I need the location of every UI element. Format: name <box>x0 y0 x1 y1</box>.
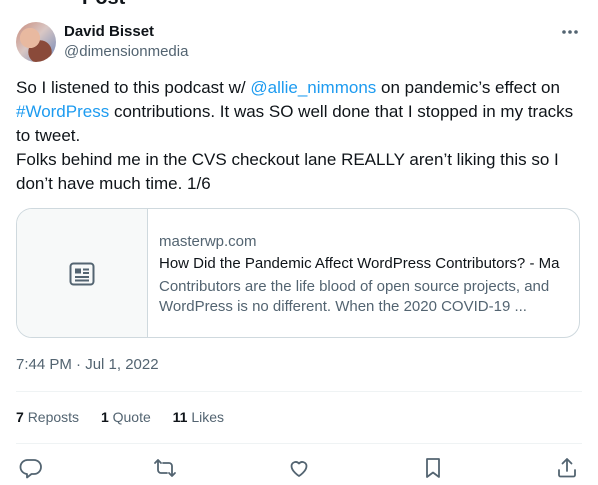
card-description: Contributors are the life blood of open … <box>159 278 550 315</box>
divider <box>16 443 582 444</box>
card-thumbnail <box>17 209 148 337</box>
divider <box>16 391 582 392</box>
like-icon[interactable] <box>287 456 311 480</box>
reposts-count: 7 <box>16 409 24 425</box>
author-name[interactable]: David Bisset <box>64 23 154 40</box>
repost-icon[interactable] <box>153 456 177 480</box>
likes-label: Likes <box>191 409 225 425</box>
hashtag-link[interactable]: #WordPress <box>16 102 109 121</box>
mention-link[interactable]: @allie_nimmons <box>250 78 376 97</box>
action-bar <box>0 456 598 480</box>
article-icon <box>69 262 95 286</box>
likes-count: 11 <box>172 409 188 425</box>
bookmark-icon[interactable] <box>421 456 445 480</box>
engagement-stats: 7 Reposts 1 Quote 11 Likes <box>16 409 242 425</box>
tweet-text-part: on pandemic’s effect on <box>376 78 560 97</box>
card-title: How Did the Pandemic Affect WordPress Co… <box>159 255 560 272</box>
card-domain: masterwp.com <box>159 233 257 250</box>
tweet-text: So I listened to this podcast w/ @allie_… <box>16 76 584 196</box>
timestamp[interactable]: 7:44 PM · Jul 1, 2022 <box>16 356 159 373</box>
tweet-text-part: So I listened to this podcast w/ <box>16 78 251 97</box>
avatar[interactable] <box>16 22 56 62</box>
more-icon[interactable] <box>560 24 580 40</box>
reposts-stat[interactable]: 7 Reposts <box>16 409 79 425</box>
likes-stat[interactable]: 11 Likes <box>173 409 224 425</box>
reply-icon[interactable] <box>19 456 43 480</box>
share-icon[interactable] <box>555 456 579 480</box>
quotes-label: Quote <box>112 409 151 425</box>
quotes-stat[interactable]: 1 Quote <box>101 409 151 425</box>
quotes-count: 1 <box>100 409 109 425</box>
reposts-label: Reposts <box>27 409 80 425</box>
link-card[interactable]: masterwp.com How Did the Pandemic Affect… <box>16 208 580 338</box>
tweet-text-line2: Folks behind me in the CVS checkout lane… <box>16 150 559 193</box>
page-header-cut: Post <box>82 0 125 10</box>
author-handle[interactable]: @dimensionmedia <box>64 43 188 60</box>
